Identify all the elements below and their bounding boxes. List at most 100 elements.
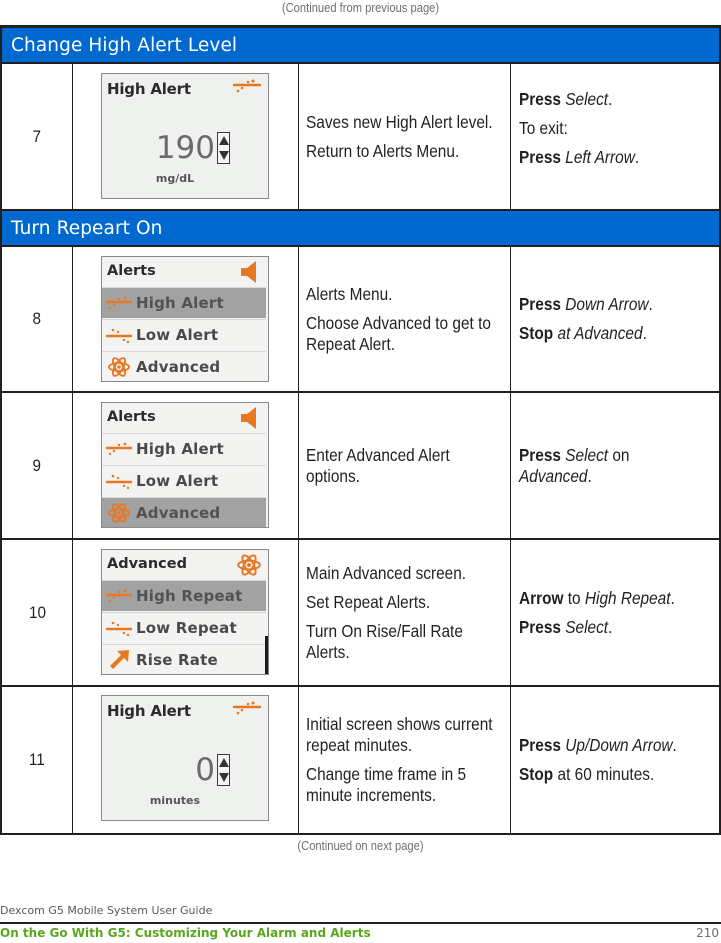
instruction-table: Change High Alert Level 7 High Alert 190…	[0, 25, 721, 835]
action-cell: Arrow to High Repeat. Press Select.	[511, 540, 719, 685]
device-screen-alerts-menu: Alerts High Alert Low Alert Advanced	[101, 402, 269, 528]
action-line: Arrow to High Repeat.	[519, 587, 675, 608]
description-line: Turn On Rise/Fall Rate Alerts.	[306, 620, 463, 662]
description-line: Return to Alerts Menu.	[306, 140, 460, 161]
menu-item-high-alert: High Alert	[102, 433, 266, 464]
section-header-turn-repeat-on: Turn Repeart On	[2, 209, 719, 247]
screen-image-cell: Alerts High Alert Low Alert Advanced	[73, 247, 299, 391]
screen-title: High Alert	[107, 702, 191, 720]
screen-image-cell: High Alert 0 minutes	[73, 687, 299, 833]
up-down-stepper	[217, 132, 230, 164]
action-line: To exit:	[519, 118, 568, 138]
section-title: Change High Alert Level	[11, 34, 238, 56]
description-line: Enter Advanced Alert options.	[306, 444, 450, 486]
step-number: 11	[2, 687, 73, 833]
screen-title: High Alert	[107, 80, 191, 98]
menu-item-rise-rate: Rise Rate	[102, 644, 266, 674]
high-alert-icon	[232, 78, 262, 98]
page-number: 210	[696, 926, 719, 940]
table-row: 8 Alerts High Alert Low Alert Advanced A…	[2, 247, 719, 393]
menu-item-low-alert: Low Alert	[102, 319, 266, 350]
action-cell: Press Select. To exit: Press Left Arrow.	[511, 64, 719, 209]
atom-icon	[236, 552, 262, 582]
action-cell: Press Up/Down Arrow. Stop at 60 minutes.	[511, 687, 719, 833]
table-row: 11 High Alert 0 minutes Initial screen s…	[2, 687, 719, 833]
table-row: 10 Advanced High Repeat Low Repeat Rise …	[2, 540, 719, 687]
description-line: Set Repeat Alerts.	[306, 591, 431, 612]
menu-item-advanced: Advanced	[102, 351, 266, 381]
high-alert-icon	[102, 589, 136, 603]
unit-label: minutes	[149, 794, 201, 807]
high-alert-icon	[102, 442, 136, 456]
high-alert-icon	[102, 296, 136, 310]
action-line: Press Left Arrow.	[519, 147, 640, 167]
screen-title: Advanced	[107, 556, 187, 572]
table-row: 7 High Alert 190 mg/dL Saves new High Al…	[2, 64, 719, 209]
device-screen-high-alert-repeat: High Alert 0 minutes	[101, 695, 269, 821]
guide-title: Dexcom G5 Mobile System User Guide	[0, 904, 213, 917]
unit-label: mg/dL	[155, 172, 195, 185]
screen-image-cell: High Alert 190 mg/dL	[73, 64, 299, 209]
action-line: Stop at Advanced.	[519, 323, 647, 343]
screen-image-cell: Alerts High Alert Low Alert Advanced	[73, 393, 299, 538]
description-cell: Main Advanced screen. Set Repeat Alerts.…	[299, 540, 511, 685]
alert-value: 190	[155, 130, 215, 166]
device-screen-high-alert-level: High Alert 190 mg/dL	[101, 73, 269, 199]
device-screen-advanced-menu: Advanced High Repeat Low Repeat Rise Rat…	[101, 549, 269, 675]
action-line: Stop at 60 minutes.	[519, 764, 655, 784]
action-line: Press Down Arrow.	[519, 294, 653, 314]
scrollbar	[265, 636, 268, 674]
description-line: Choose Advanced to get to Repeat Alert.	[306, 312, 491, 354]
description-line: Alerts Menu.	[306, 283, 393, 304]
low-alert-icon	[102, 327, 136, 343]
step-number: 8	[2, 247, 73, 391]
section-title: Turn Repeart On	[11, 217, 163, 239]
atom-icon	[102, 501, 136, 525]
description-cell: Initial screen shows current repeat minu…	[299, 687, 511, 833]
step-number: 7	[2, 64, 73, 209]
low-alert-icon	[102, 473, 136, 489]
section-header-change-high-alert-level: Change High Alert Level	[2, 28, 719, 64]
value-readout: 0	[195, 752, 230, 788]
action-line: Advanced.	[519, 465, 592, 486]
up-arrow-icon	[218, 136, 229, 145]
device-screen-alerts-menu: Alerts High Alert Low Alert Advanced	[101, 256, 269, 382]
action-cell: Press Down Arrow. Stop at Advanced.	[511, 247, 719, 391]
screen-title: Alerts	[107, 409, 156, 425]
description-line: Saves new High Alert level.	[306, 111, 493, 132]
rise-arrow-icon	[102, 648, 136, 672]
chapter-title: On the Go With G5: Customizing Your Alar…	[0, 926, 371, 940]
repeat-minutes-value: 0	[195, 752, 215, 788]
table-row: 9 Alerts High Alert Low Alert Advanced E…	[2, 393, 719, 540]
step-number: 9	[2, 393, 73, 538]
footer-divider	[0, 922, 721, 924]
action-line: Press Up/Down Arrow.	[519, 735, 677, 755]
menu-item-high-repeat: High Repeat	[102, 580, 266, 611]
speaker-icon	[240, 260, 258, 288]
screen-image-cell: Advanced High Repeat Low Repeat Rise Rat…	[73, 540, 299, 685]
atom-icon	[102, 355, 136, 379]
description-cell: Saves new High Alert level. Return to Al…	[299, 64, 511, 209]
action-line: Press Select on	[519, 444, 630, 465]
action-line: Press Select.	[519, 616, 613, 637]
down-arrow-icon	[218, 151, 229, 160]
continued-from-previous-page: (Continued from previous page)	[281, 0, 440, 15]
up-arrow-icon	[218, 758, 229, 767]
up-down-stepper	[217, 754, 230, 786]
speaker-icon	[240, 406, 258, 434]
description-line: Main Advanced screen.	[306, 562, 467, 583]
continued-on-next-page: (Continued on next page)	[297, 838, 424, 853]
high-alert-icon	[232, 700, 262, 720]
low-alert-icon	[102, 620, 136, 636]
action-cell: Press Select on Advanced.	[511, 393, 719, 538]
down-arrow-icon	[218, 773, 229, 782]
step-number: 10	[2, 540, 73, 685]
menu-item-low-alert: Low Alert	[102, 465, 266, 496]
description-cell: Alerts Menu. Choose Advanced to get to R…	[299, 247, 511, 391]
action-line: Press Select.	[519, 89, 613, 109]
menu-item-high-alert: High Alert	[102, 287, 266, 318]
menu-item-advanced: Advanced	[102, 497, 266, 527]
description-cell: Enter Advanced Alert options.	[299, 393, 511, 538]
description-line: Initial screen shows current repeat minu…	[306, 714, 493, 755]
value-readout: 190	[156, 130, 230, 166]
